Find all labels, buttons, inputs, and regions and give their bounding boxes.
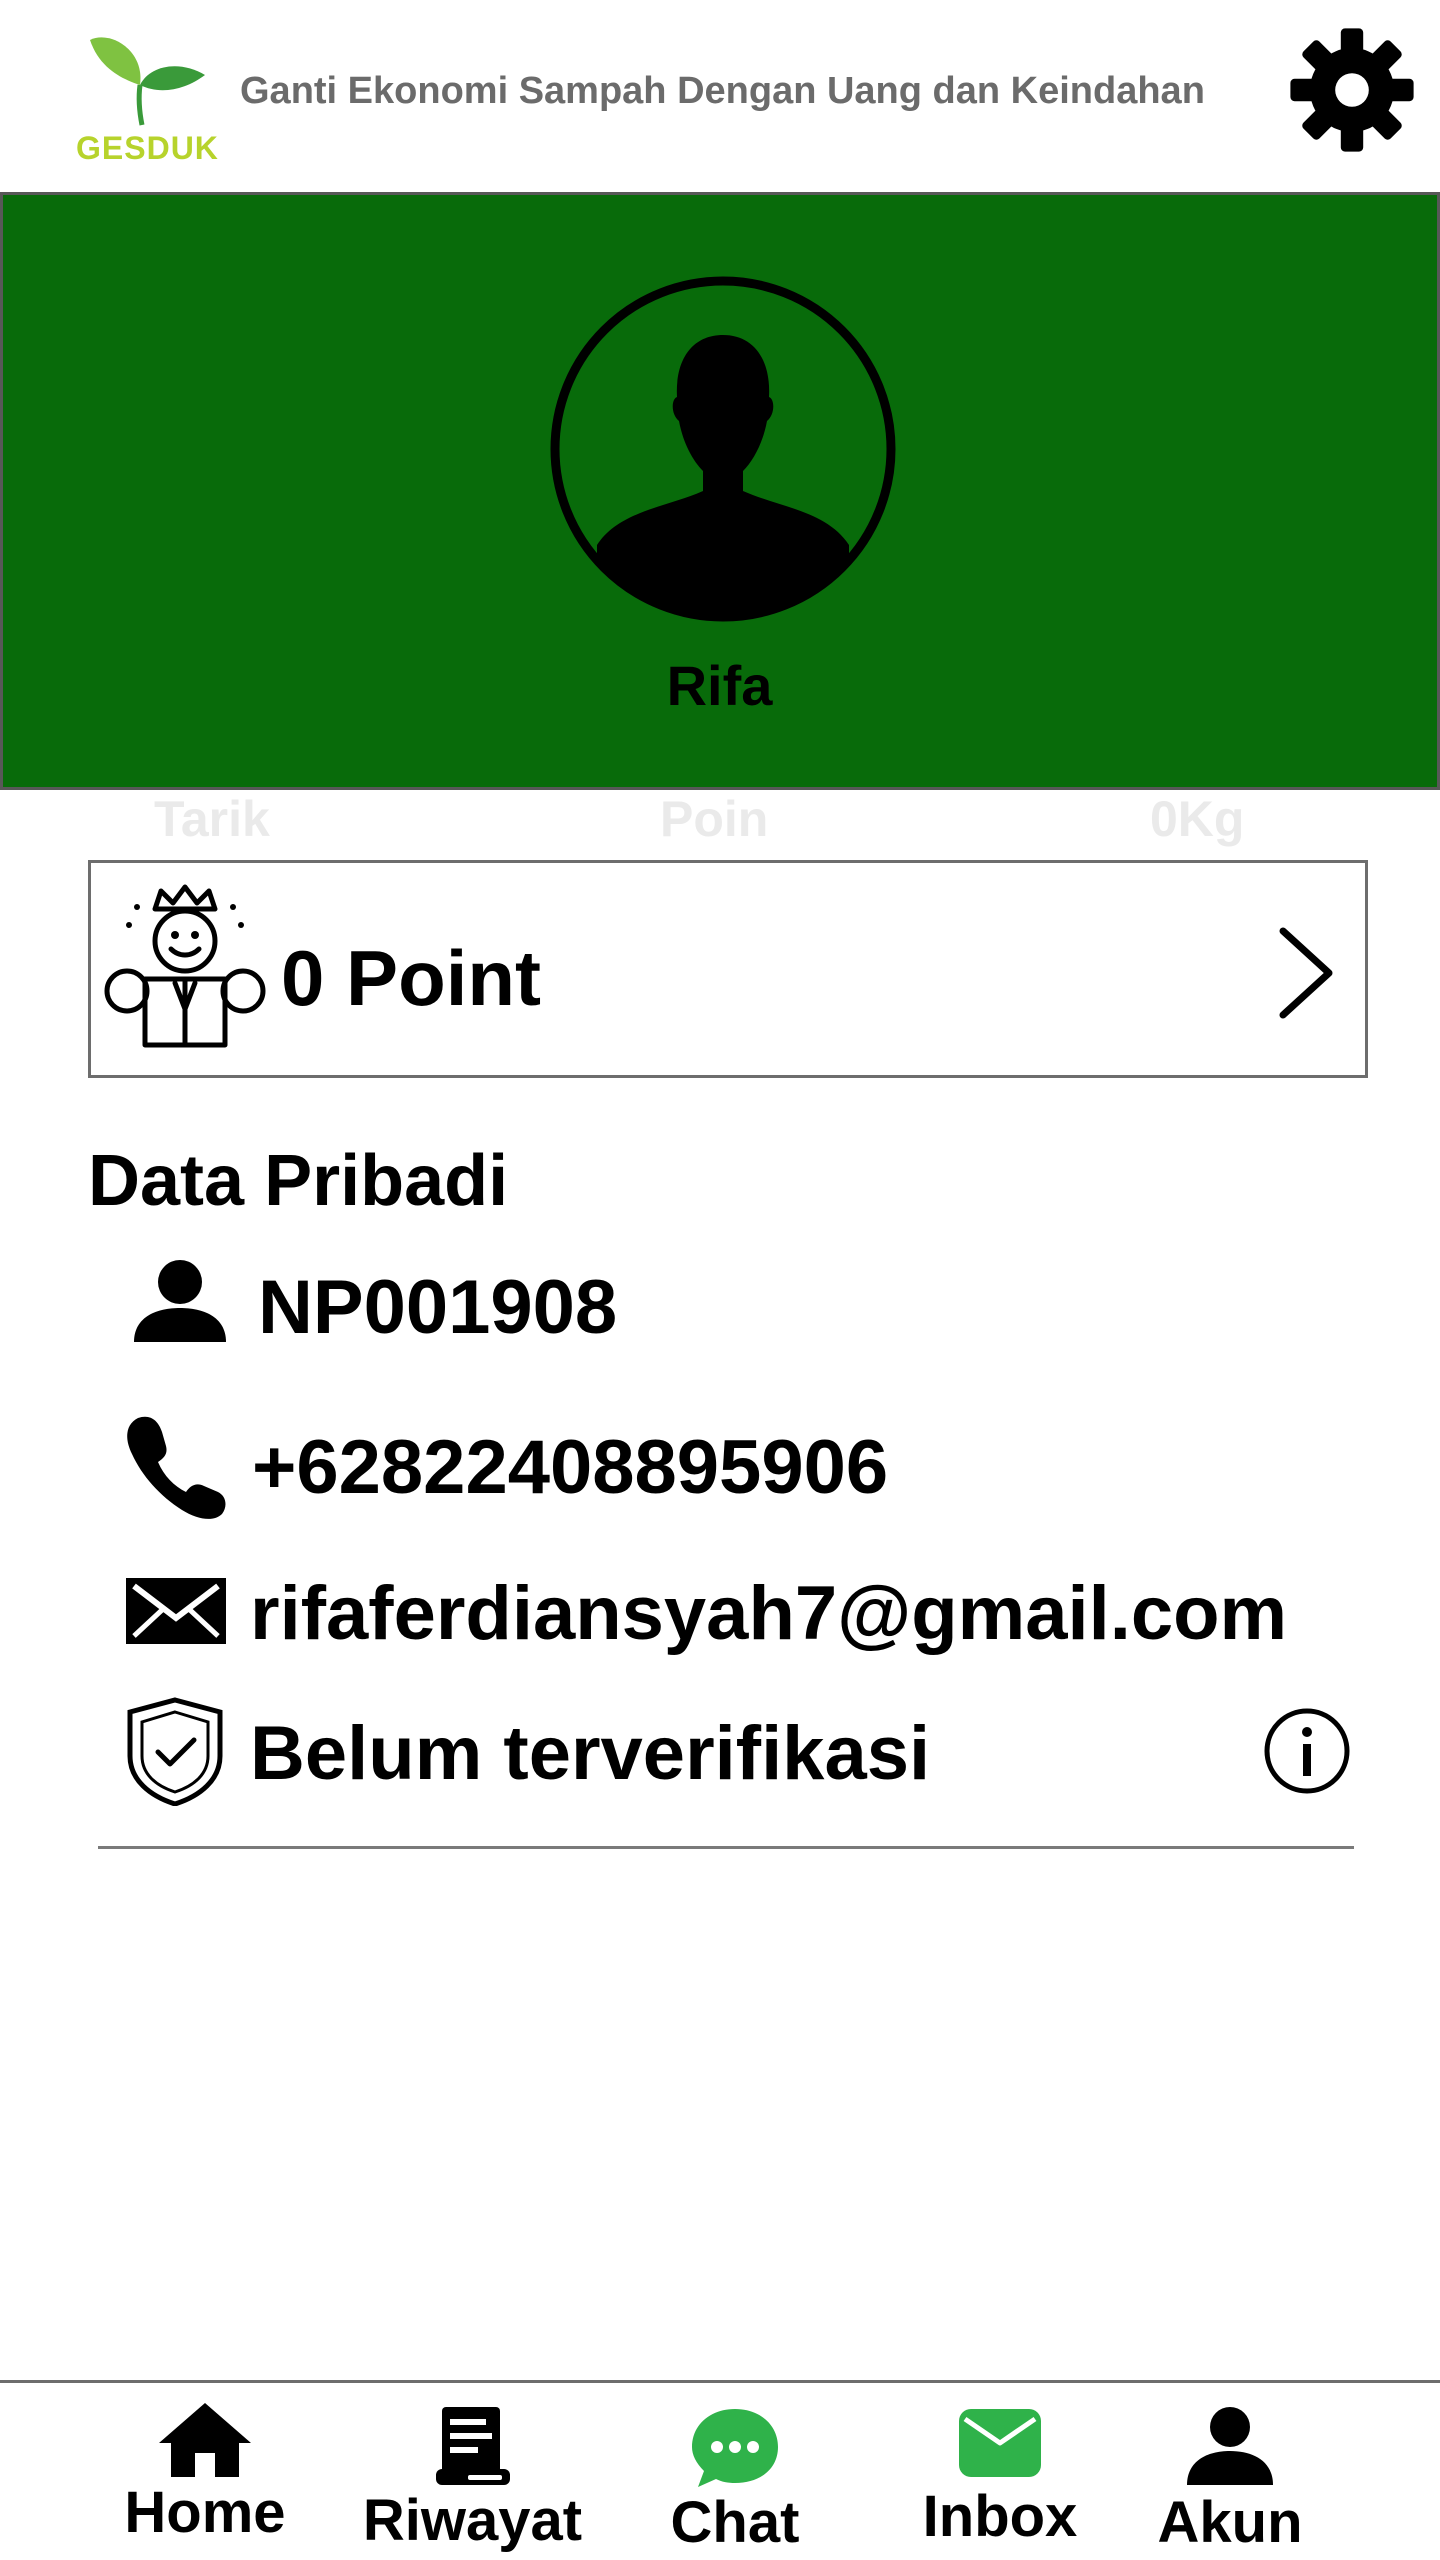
chat-icon <box>692 2409 778 2487</box>
inbox-icon <box>959 2409 1041 2477</box>
points-card[interactable]: 0 Point <box>88 860 1368 1078</box>
logo-leaf-icon <box>90 37 205 126</box>
history-icon <box>435 2407 510 2485</box>
king-icon <box>104 884 266 1048</box>
nav-history-label: Riwayat <box>362 2488 583 2553</box>
nav-chat-label: Chat <box>670 2490 800 2555</box>
tab-withdraw[interactable]: Tarik <box>154 790 270 848</box>
account-icon <box>1187 2407 1273 2485</box>
user-avatar-icon[interactable] <box>549 275 897 623</box>
tab-weight[interactable]: 0Kg <box>1150 790 1244 848</box>
phone-value: +62822408895906 <box>252 1425 889 1510</box>
profile-name: Rifa <box>666 654 773 717</box>
nav-home[interactable]: Home <box>115 2399 295 2546</box>
info-icon[interactable] <box>1262 1706 1352 1796</box>
section-divider <box>98 1846 1354 1849</box>
bottom-nav: Home Riwayat Chat Inbox Akun <box>0 2380 1440 2560</box>
app-header: GESDUK Ganti Ekonomi Sampah Dengan Uang … <box>0 0 1440 192</box>
app-tagline: Ganti Ekonomi Sampah Dengan Uang dan Kei… <box>240 70 1205 112</box>
mail-icon <box>126 1578 226 1644</box>
chevron-right-icon[interactable] <box>1271 923 1341 1023</box>
nav-account-label: Akun <box>1157 2490 1303 2555</box>
user-id-value: NP001908 <box>258 1265 618 1350</box>
app-logo: GESDUK <box>70 30 220 170</box>
phone-icon <box>127 1416 226 1519</box>
tab-points[interactable]: Poin <box>660 790 768 848</box>
nav-inbox[interactable]: Inbox <box>915 2403 1085 2550</box>
points-value: 0 Point <box>281 934 542 1022</box>
nav-chat[interactable]: Chat <box>660 2405 810 2556</box>
gear-icon[interactable] <box>1282 20 1422 160</box>
user-icon <box>134 1260 226 1342</box>
profile-banner: Rifa <box>0 192 1440 790</box>
email-value: rifaferdiansyah7@gmail.com <box>250 1571 1288 1656</box>
nav-inbox-label: Inbox <box>922 2484 1078 2549</box>
verification-status: Belum terverifikasi <box>250 1711 931 1796</box>
nav-history[interactable]: Riwayat <box>350 2405 595 2554</box>
nav-home-label: Home <box>124 2480 286 2545</box>
section-title-personal-data: Data Pribadi <box>88 1141 509 1221</box>
home-icon <box>159 2403 251 2477</box>
nav-account[interactable]: Akun <box>1150 2405 1310 2556</box>
shield-check-icon <box>127 1697 223 1806</box>
logo-text: GESDUK <box>76 130 219 166</box>
